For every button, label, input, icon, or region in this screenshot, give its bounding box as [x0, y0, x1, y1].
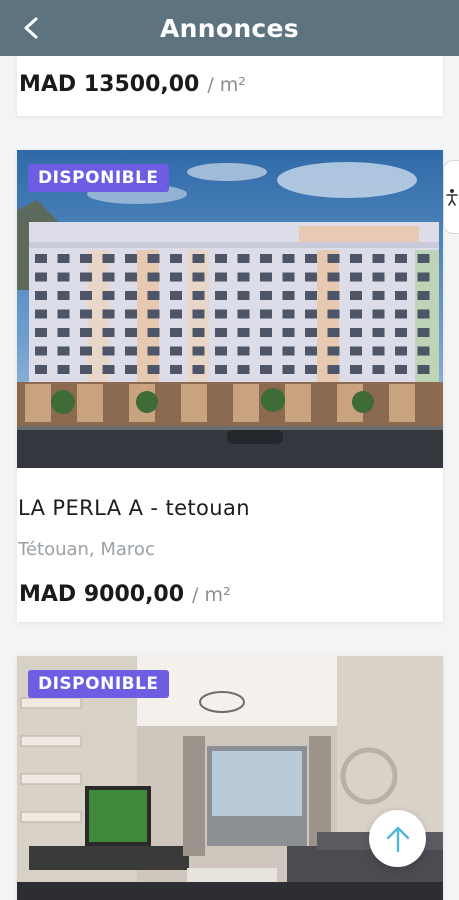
listing-location: Tétouan, Maroc	[18, 539, 155, 560]
scroll-top-button[interactable]	[369, 810, 426, 867]
availability-badge: DISPONIBLE	[28, 670, 169, 698]
arrow-left-icon	[24, 17, 38, 39]
listing-card[interactable]: DISPONIBLE LA PERLA A - tetouan Tétouan,…	[17, 150, 443, 622]
back-button[interactable]	[18, 14, 46, 42]
building-photo[interactable]: DISPONIBLE	[17, 150, 443, 468]
arrow-up-icon	[386, 826, 409, 852]
interior-photo[interactable]: DISPONIBLE	[17, 656, 443, 900]
price-row: MAD 9000,00 / m²	[19, 582, 231, 607]
app-header: Annonces	[0, 0, 459, 56]
listings-scroll[interactable]: MAD 13500,00 / m² DISPONIBLE LA PERLA A …	[0, 56, 459, 900]
availability-badge: DISPONIBLE	[28, 164, 169, 192]
accessibility-tab[interactable]	[443, 160, 459, 234]
listing-card[interactable]: MAD 13500,00 / m²	[17, 56, 443, 116]
price-row: MAD 13500,00 / m²	[19, 72, 246, 97]
price-unit: / m²	[192, 584, 231, 606]
price-unit: / m²	[207, 74, 246, 96]
listing-title[interactable]: LA PERLA A - tetouan	[18, 496, 250, 520]
listing-card[interactable]: DISPONIBLE	[17, 656, 443, 900]
listing-price: MAD 9000,00	[19, 582, 185, 607]
listing-price: MAD 13500,00	[19, 72, 200, 97]
accessibility-icon	[445, 189, 458, 206]
page-title: Annonces	[160, 13, 299, 43]
